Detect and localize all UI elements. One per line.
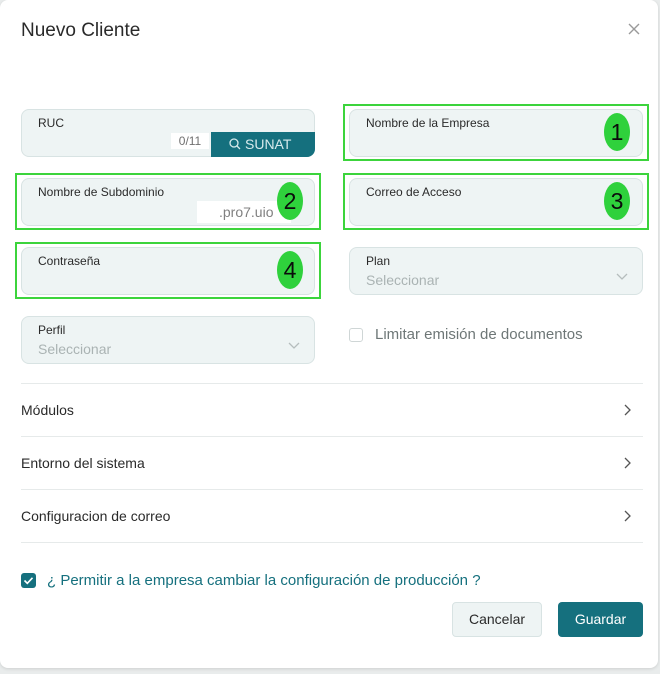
permission-label[interactable]: ¿ Permitir a la empresa cambiar la confi… [47,572,481,589]
plan-placeholder: Seleccionar [366,272,440,288]
divider [21,542,643,543]
chevron-down-icon [616,273,628,280]
search-icon [229,138,241,150]
profile-select[interactable]: Perfil Seleccionar [21,316,315,364]
ruc-label: RUC [38,116,64,130]
permission-checkbox[interactable] [21,573,36,588]
close-icon[interactable] [624,20,644,40]
section-modulos[interactable]: Módulos [21,383,643,436]
save-button[interactable]: Guardar [558,602,643,637]
highlight-box-2 [15,173,321,230]
plan-label: Plan [366,254,391,268]
limit-docs-checkbox[interactable] [349,328,363,342]
profile-placeholder: Seleccionar [38,341,112,357]
check-icon [23,577,34,585]
section-label: Módulos [21,402,74,418]
annotation-badge-3: 3 [604,182,630,220]
highlight-box-4 [15,242,321,299]
chevron-right-icon [624,457,631,469]
sunat-search-button[interactable]: SUNAT [211,132,315,157]
profile-label: Perfil [38,323,66,337]
new-client-dialog: Nuevo Cliente RUC 0/11 SUNAT Nombre de l… [0,0,658,668]
dialog-title: Nuevo Cliente [21,20,141,41]
annotation-badge-4: 4 [277,251,303,289]
section-correo[interactable]: Configuracion de correo [21,489,643,542]
chevron-right-icon [624,510,631,522]
cancel-button[interactable]: Cancelar [452,602,542,637]
section-entorno[interactable]: Entorno del sistema [21,436,643,489]
annotation-badge-2: 2 [277,182,303,220]
limit-docs-label: Limitar emisión de documentos [375,326,583,343]
sunat-button-label: SUNAT [245,136,292,152]
annotation-badge-1: 1 [604,113,630,151]
plan-select[interactable]: Plan Seleccionar [349,247,643,295]
section-label: Entorno del sistema [21,455,145,471]
section-label: Configuracion de correo [21,508,171,524]
chevron-right-icon [624,404,631,416]
chevron-down-icon [288,342,300,349]
ruc-counter: 0/11 [171,133,209,149]
